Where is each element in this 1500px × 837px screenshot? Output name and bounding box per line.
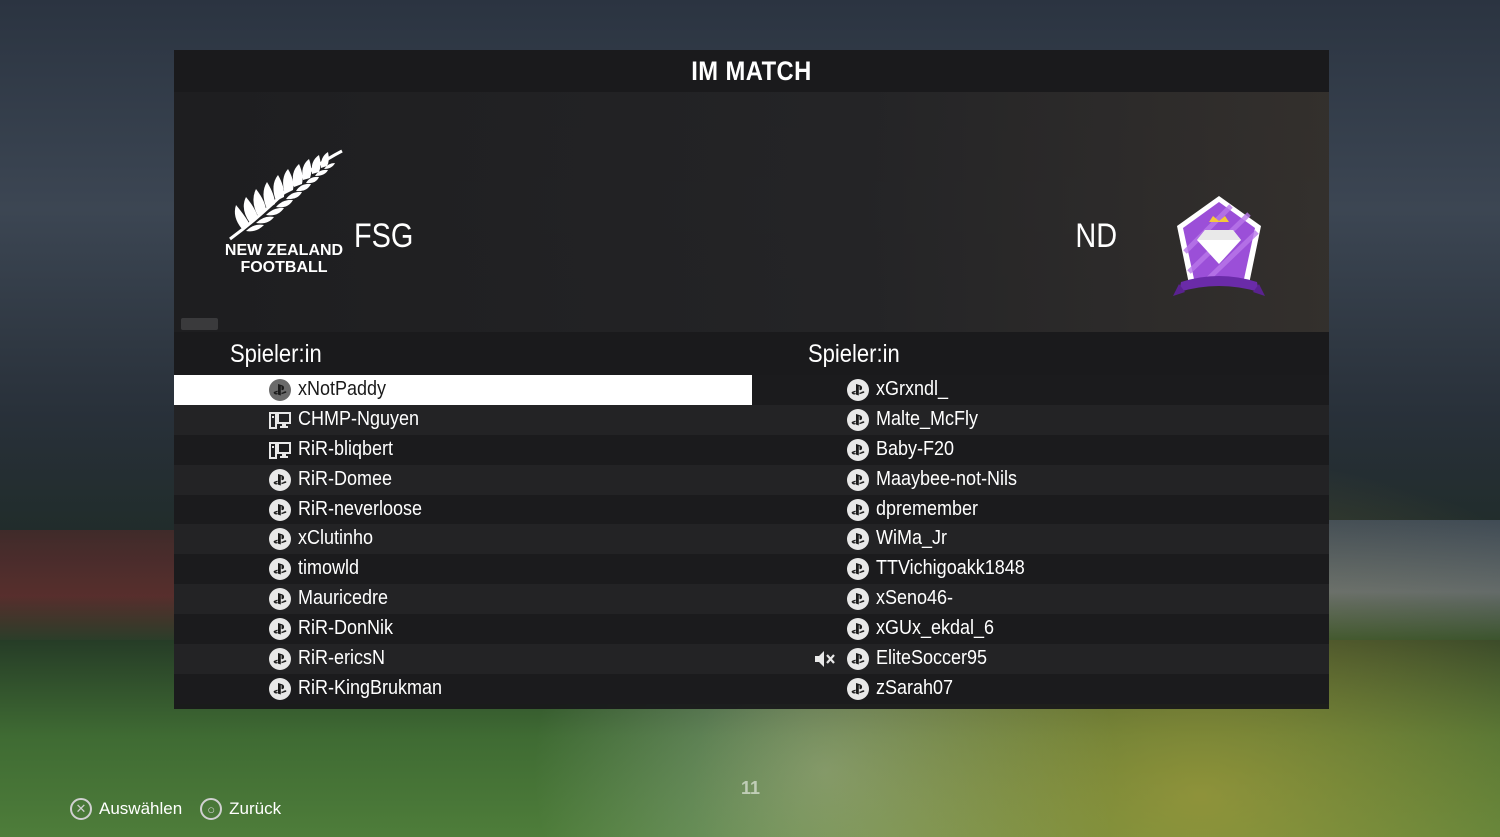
select-label: Auswählen — [99, 799, 183, 818]
player-row[interactable]: Baby-F20 — [751, 434, 1329, 465]
in-match-panel: IM MATCH NEW ZEALAND FOOTBALL FSG ND Spi… — [174, 50, 1329, 709]
player-row[interactable]: RiR-KingBrukman — [174, 673, 752, 704]
cross-button-icon: ✕ — [70, 798, 92, 820]
player-row[interactable]: CHMP-Nguyen — [174, 404, 752, 435]
footer-controls: ✕ Auswählen ○ Zurück — [70, 798, 299, 820]
player-row[interactable]: RiR-bliqbert — [174, 434, 752, 465]
playstation-icon — [846, 468, 869, 491]
pc-icon — [269, 409, 291, 431]
away-player-list: xGrxndl_ Malte_McFly Baby-F20 Maaybee-not-N… — [751, 375, 1329, 704]
scroll-indicator — [181, 318, 218, 330]
player-row[interactable]: timowld — [174, 554, 752, 585]
playstation-icon — [846, 648, 869, 671]
circle-button-icon: ○ — [200, 798, 223, 820]
player-row[interactable]: Mauricedre — [174, 584, 752, 615]
playstation-icon — [269, 379, 291, 401]
playstation-icon — [846, 618, 869, 641]
away-team-name: ND — [1075, 217, 1117, 255]
player-row[interactable]: TTVichigoakk1848 — [751, 554, 1329, 585]
player-row[interactable]: zSarah07 — [751, 673, 1329, 704]
player-name: CHMP-Nguyen — [298, 407, 420, 430]
nzf-logo-text: NEW ZEALAND FOOTBALL — [220, 242, 348, 276]
playstation-icon — [269, 558, 291, 581]
muted-icon[interactable] — [814, 650, 836, 668]
playstation-icon — [846, 588, 869, 611]
playstation-icon — [269, 648, 291, 671]
playstation-icon — [269, 588, 291, 611]
player-name: timowld — [298, 557, 360, 580]
player-name: RiR-neverloose — [298, 497, 423, 520]
back-hint[interactable]: ○ Zurück — [200, 798, 281, 820]
playstation-icon — [846, 528, 869, 551]
player-name: EliteSoccer95 — [875, 647, 987, 670]
player-row[interactable]: RiR-neverloose — [174, 494, 752, 525]
diamond-crest-icon — [1173, 196, 1265, 296]
playstation-icon — [846, 438, 869, 461]
playstation-icon — [846, 379, 869, 401]
away-team-crest — [1171, 192, 1267, 310]
playstation-icon — [846, 498, 869, 521]
playstation-icon — [269, 677, 291, 700]
player-name: WiMa_Jr — [875, 527, 947, 550]
left-column-header: Spieler:in — [230, 340, 322, 368]
player-name: xNotPaddy — [298, 378, 387, 400]
player-row[interactable]: dpremember — [751, 494, 1329, 525]
player-name: xSeno46- — [875, 587, 953, 610]
player-row[interactable]: xSeno46- — [751, 584, 1329, 615]
player-row[interactable]: RiR-ericsN — [174, 644, 752, 674]
player-row[interactable]: WiMa_Jr — [751, 524, 1329, 555]
player-row[interactable]: xClutinho — [174, 524, 752, 555]
select-hint[interactable]: ✕ Auswählen — [70, 798, 182, 820]
player-name: RiR-KingBrukman — [298, 676, 443, 699]
player-row[interactable]: xNotPaddy — [174, 375, 752, 405]
columns-header: Spieler:in Spieler:in — [174, 332, 1329, 375]
player-row[interactable]: RiR-DonNik — [174, 614, 752, 645]
right-column-header: Spieler:in — [807, 340, 900, 368]
player-name: RiR-ericsN — [298, 647, 386, 670]
player-row[interactable]: RiR-Domee — [174, 464, 752, 495]
playstation-icon — [269, 618, 291, 641]
background-stadium-left — [0, 530, 175, 640]
player-name: xClutinho — [298, 527, 374, 550]
player-name: xGUx_ekdal_6 — [875, 617, 994, 640]
player-name: RiR-DonNik — [298, 617, 394, 640]
player-row[interactable]: EliteSoccer95 — [751, 644, 1329, 674]
playstation-icon — [269, 498, 291, 521]
player-row[interactable]: Malte_McFly — [751, 404, 1329, 435]
pc-icon — [269, 439, 291, 461]
player-name: RiR-bliqbert — [298, 437, 394, 460]
playstation-icon — [846, 558, 869, 581]
player-name: TTVichigoakk1848 — [875, 557, 1025, 580]
new-zealand-football-logo: NEW ZEALAND FOOTBALL — [220, 147, 348, 276]
home-team-name: FSG — [354, 217, 414, 255]
playstation-icon — [269, 468, 291, 491]
background-jersey-number: 11 — [741, 778, 761, 798]
teams-banner: NEW ZEALAND FOOTBALL FSG ND — [174, 92, 1329, 332]
playstation-icon — [846, 677, 869, 700]
panel-header: IM MATCH — [174, 50, 1329, 92]
player-name: xGrxndl_ — [875, 378, 948, 400]
player-row[interactable]: xGUx_ekdal_6 — [751, 614, 1329, 645]
back-label: Zurück — [229, 799, 282, 818]
fern-icon — [229, 149, 343, 241]
nzf-logo-line1: NEW ZEALAND — [224, 242, 344, 259]
playstation-icon — [269, 528, 291, 551]
player-lists: xNotPaddy CHMP-Nguyen RiR-bliqbert RiR-Dome… — [174, 375, 1329, 704]
player-name: Maaybee-not-Nils — [875, 467, 1017, 490]
player-name: RiR-Domee — [298, 467, 393, 490]
home-player-list: xNotPaddy CHMP-Nguyen RiR-bliqbert RiR-Dome… — [174, 375, 752, 704]
player-name: Mauricedre — [298, 587, 389, 610]
nzf-logo-line2: FOOTBALL — [240, 259, 328, 276]
player-name: Malte_McFly — [875, 407, 978, 430]
player-row[interactable]: xGrxndl_ — [751, 375, 1329, 405]
playstation-icon — [846, 408, 869, 431]
background-goal-right — [1325, 520, 1500, 640]
player-name: dpremember — [875, 497, 978, 520]
player-name: zSarah07 — [875, 676, 953, 699]
player-row[interactable]: Maaybee-not-Nils — [751, 464, 1329, 495]
panel-title: IM MATCH — [691, 55, 812, 86]
player-name: Baby-F20 — [875, 437, 954, 460]
